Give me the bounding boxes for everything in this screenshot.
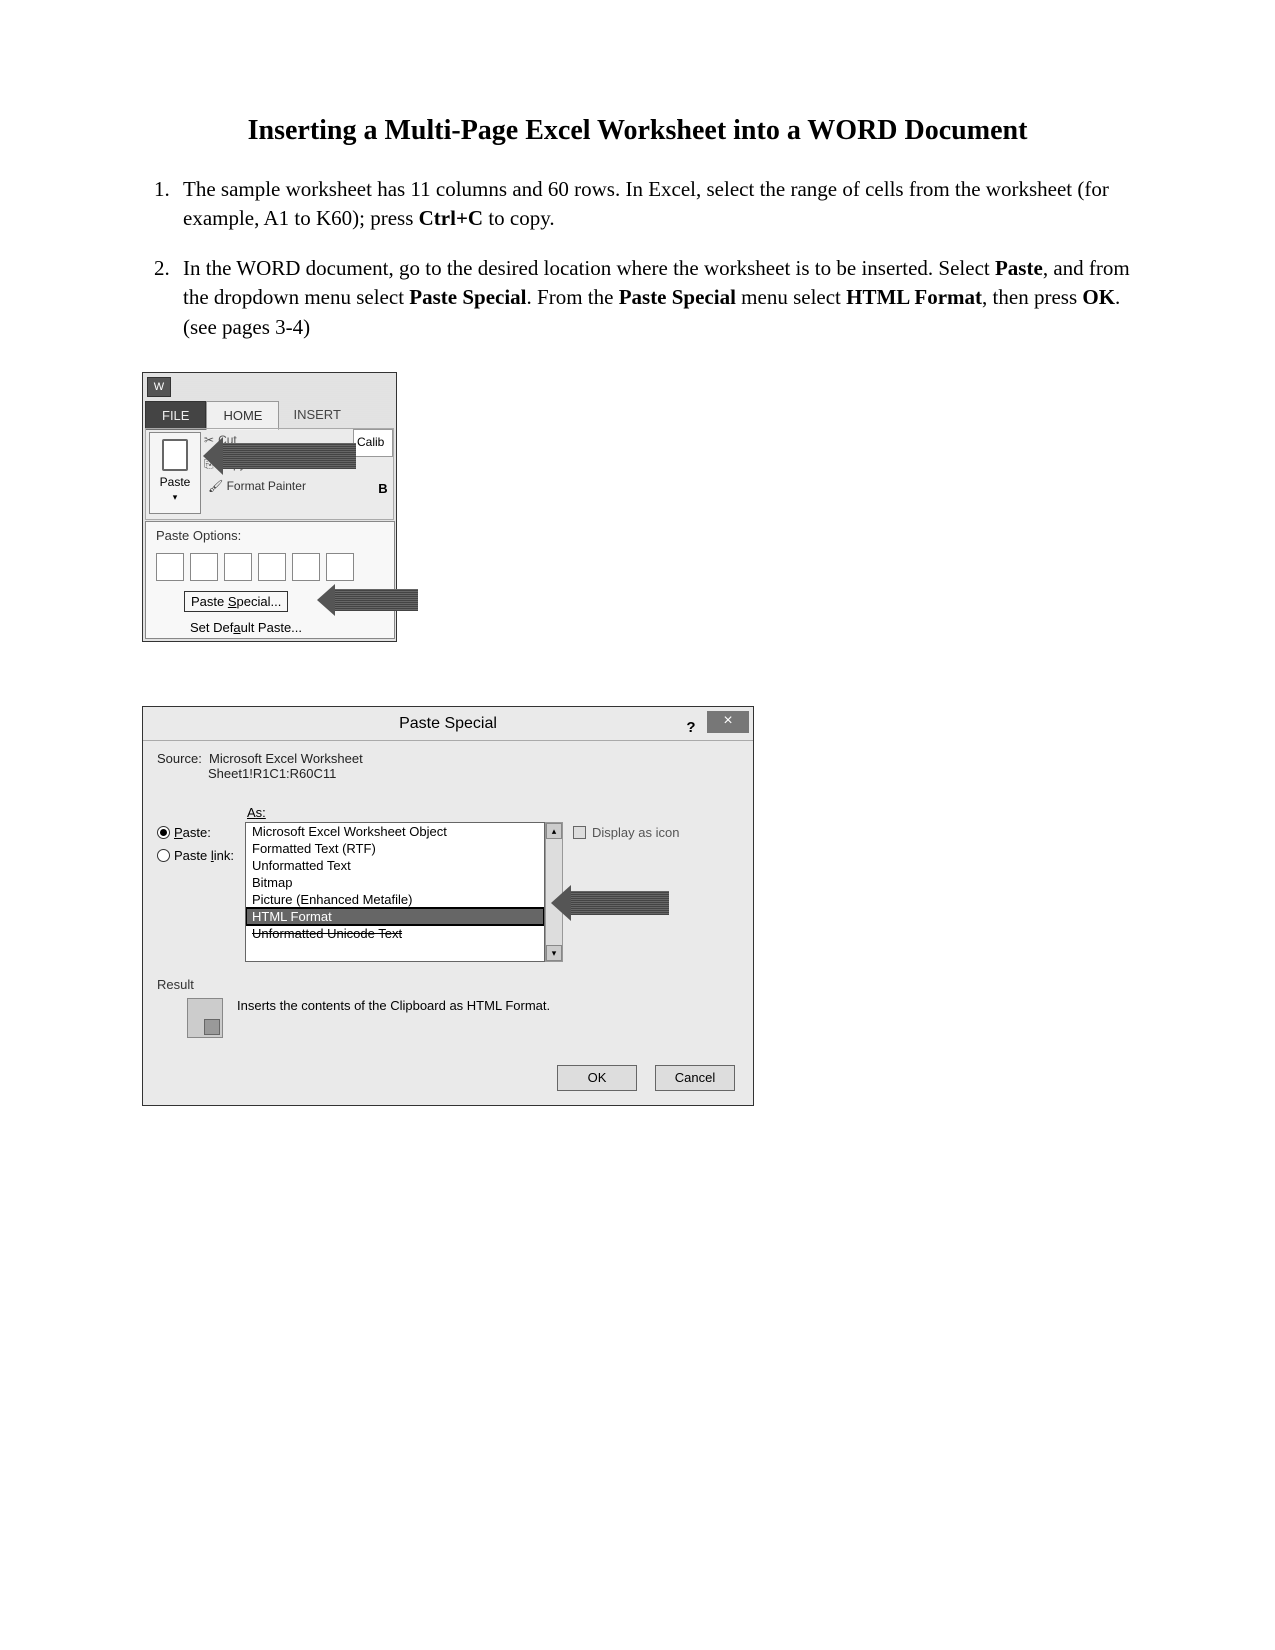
paste-option-icon-3[interactable] [224, 553, 252, 581]
word-app-icon: W [147, 377, 171, 397]
s2e: . From the [527, 285, 619, 309]
dialog-window-controls: ? × [679, 711, 749, 733]
s2f: Paste Special [619, 285, 736, 309]
instruction-list: The sample worksheet has 11 columns and … [130, 175, 1145, 342]
list-item-selected[interactable]: HTML Format [246, 908, 544, 925]
font-name-box[interactable]: Calib [353, 429, 393, 457]
paste-link-radio[interactable]: Paste link: [157, 848, 234, 863]
radio-icon [157, 849, 170, 862]
result-label: Result [157, 977, 739, 992]
dialog-buttons: OK Cancel [557, 1065, 735, 1091]
display-as-icon-checkbox[interactable]: Display as icon [573, 825, 679, 840]
paste-special-dialog-screenshot: Paste Special ? × Source: Microsoft Exce… [142, 706, 777, 1116]
scroll-up-icon[interactable]: ▴ [546, 823, 562, 839]
paste-option-icons [146, 549, 394, 585]
s2a: In the WORD document, go to the desired … [183, 256, 995, 280]
result-text: Inserts the contents of the Clipboard as… [237, 998, 550, 1038]
paste-option-icon-4[interactable] [258, 553, 286, 581]
checkbox-icon [573, 826, 586, 839]
chevron-down-icon: ▾ [173, 492, 178, 502]
s2d: Paste Special [409, 285, 526, 309]
page-title: Inserting a Multi-Page Excel Worksheet i… [130, 115, 1145, 147]
s2b: Paste [995, 256, 1043, 280]
as-label: As: [247, 805, 266, 820]
scroll-down-icon[interactable]: ▾ [546, 945, 562, 961]
paste-option-icon-2[interactable] [190, 553, 218, 581]
bold-button[interactable]: B [373, 479, 393, 499]
paste-special-dialog: Paste Special ? × Source: Microsoft Exce… [142, 706, 754, 1106]
source-value: Microsoft Excel Worksheet [209, 751, 363, 766]
tab-file[interactable]: FILE [145, 401, 206, 430]
s2g: menu select [736, 285, 846, 309]
step-1-text: The sample worksheet has 11 columns and … [183, 177, 1109, 230]
paste-radio[interactable]: Paste: [157, 825, 234, 840]
list-item[interactable]: Microsoft Excel Worksheet Object [246, 823, 544, 840]
paste-special-menu-item[interactable]: Paste Special... [184, 591, 288, 612]
step-1: The sample worksheet has 11 columns and … [175, 175, 1145, 234]
dialog-titlebar: Paste Special ? × [143, 707, 753, 741]
source-detail: Sheet1!R1C1:R60C11 [143, 766, 753, 781]
ribbon-window: W FILE HOME INSERT Paste ▾ ✂Cut ⎘Copy 🖌 … [142, 372, 397, 642]
clipboard-result-icon [187, 998, 223, 1038]
ribbon-body: Paste ▾ ✂Cut ⎘Copy 🖌 Format Painter Cali… [145, 428, 394, 520]
source-line: Source: Microsoft Excel Worksheet [143, 741, 753, 766]
list-item[interactable]: Unformatted Text [246, 857, 544, 874]
radio-icon [157, 826, 170, 839]
step-1-shortcut: Ctrl+C [419, 206, 483, 230]
set-default-paste-menu-item[interactable]: Set Default Paste... [184, 618, 308, 637]
paste-button[interactable]: Paste ▾ [149, 432, 201, 514]
format-painter-option[interactable]: 🖌 Format Painter [208, 479, 306, 493]
s2j: OK [1082, 285, 1115, 309]
paste-label: Paste [150, 475, 200, 489]
annotation-arrow-3 [569, 891, 669, 915]
s2h: HTML Format [846, 285, 982, 309]
cancel-button[interactable]: Cancel [655, 1065, 735, 1091]
list-item[interactable]: Bitmap [246, 874, 544, 891]
step-1-tail: to copy. [483, 206, 555, 230]
annotation-arrow-2 [333, 589, 418, 611]
source-label: Source: [157, 751, 202, 766]
dialog-title: Paste Special [399, 715, 497, 732]
close-button[interactable]: × [707, 711, 749, 733]
paste-dropdown-menu: Paste Options: Paste Special... Set Defa… [145, 521, 395, 639]
brush-icon: 🖌 [208, 479, 223, 493]
list-item[interactable]: Unformatted Unicode Text [246, 925, 544, 942]
tab-insert[interactable]: INSERT [279, 401, 354, 430]
list-item[interactable]: Formatted Text (RTF) [246, 840, 544, 857]
paste-option-icon-1[interactable] [156, 553, 184, 581]
annotation-arrow-1 [221, 443, 356, 469]
ribbon-tabs: FILE HOME INSERT [145, 401, 355, 430]
ok-button[interactable]: OK [557, 1065, 637, 1091]
list-item[interactable]: Picture (Enhanced Metafile) [246, 891, 544, 908]
paste-option-icon-6[interactable] [326, 553, 354, 581]
result-group: Result Inserts the contents of the Clipb… [157, 977, 739, 1038]
s2i: , then press [982, 285, 1082, 309]
paste-option-icon-5[interactable] [292, 553, 320, 581]
format-painter-label: Format Painter [227, 479, 306, 493]
ribbon-screenshot: W FILE HOME INSERT Paste ▾ ✂Cut ⎘Copy 🖌 … [142, 372, 422, 652]
help-button[interactable]: ? [679, 711, 703, 733]
display-as-icon-label: Display as icon [592, 825, 679, 840]
step-2: In the WORD document, go to the desired … [175, 254, 1145, 342]
clipboard-icon [162, 439, 188, 471]
paste-options-title: Paste Options: [146, 522, 394, 549]
paste-mode-radio-group: Paste: Paste link: [157, 825, 234, 871]
tab-home[interactable]: HOME [206, 401, 279, 430]
format-listbox[interactable]: Microsoft Excel Worksheet Object Formatt… [245, 822, 545, 962]
